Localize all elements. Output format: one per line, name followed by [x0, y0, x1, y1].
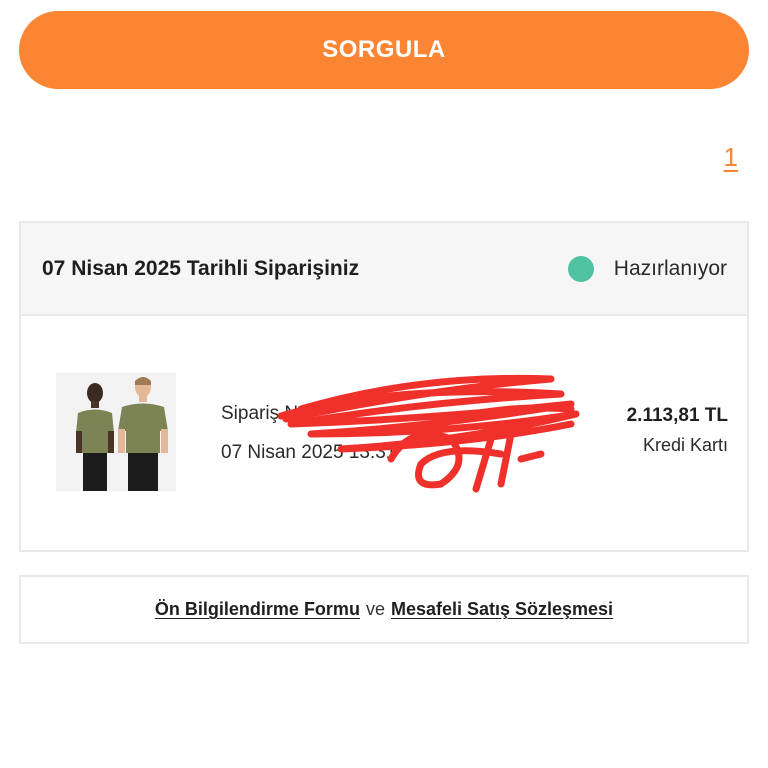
status-label: Hazırlanıyor	[613, 256, 727, 280]
product-models-illustration	[56, 373, 176, 491]
pre-information-form-link[interactable]: Ön Bilgilendirme Formu	[155, 599, 360, 620]
order-header: 07 Nisan 2025 Tarihli Siparişiniz Hazırl…	[21, 223, 747, 316]
status-dot-icon	[567, 255, 594, 282]
product-image[interactable]	[56, 373, 176, 491]
redaction-scribble-icon	[277, 374, 580, 493]
payment-method: Kredi Kartı	[642, 435, 728, 455]
query-button[interactable]: SORGULA	[19, 11, 749, 89]
legal-links: Ön Bilgilendirme Formu ve Mesafeli Satış…	[19, 575, 749, 644]
order-body: Sipariş No: 07 Nisan 2025 13:31 2.113,81…	[21, 316, 747, 550]
distance-sales-contract-link[interactable]: Mesafeli Satış Sözleşmesi	[391, 599, 613, 620]
legal-separator: ve	[365, 599, 385, 619]
order-status: Hazırlanıyor	[567, 255, 727, 282]
pagination-page-1[interactable]: 1	[724, 142, 738, 173]
order-title: 07 Nisan 2025 Tarihli Siparişiniz	[42, 256, 360, 280]
amount-value: 2.113,81 TL	[626, 405, 728, 426]
order-amount: 2.113,81 TL Kredi Kartı	[627, 405, 728, 456]
order-card[interactable]: 07 Nisan 2025 Tarihli Siparişiniz Hazırl…	[19, 221, 749, 552]
